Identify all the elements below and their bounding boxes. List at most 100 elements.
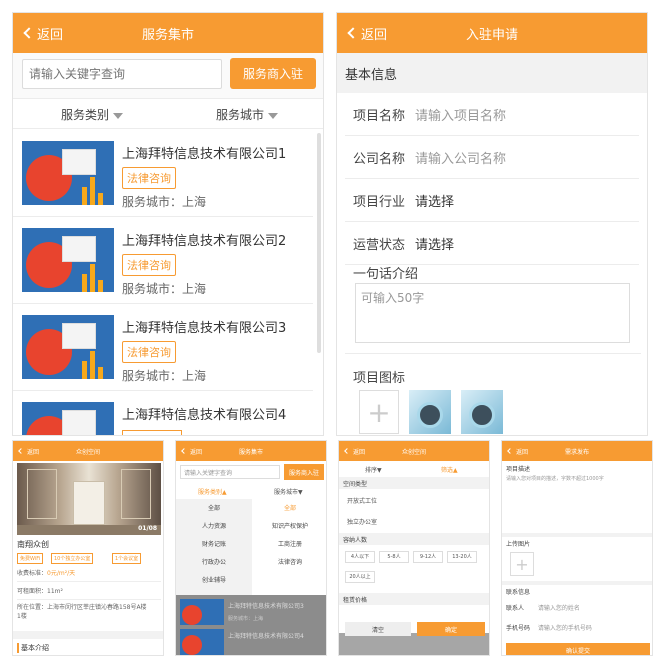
- price-slider-area[interactable]: [345, 609, 485, 621]
- intro-textarea[interactable]: 可输入50字: [355, 283, 630, 343]
- desc-label: 项目描述: [506, 466, 531, 473]
- list-item[interactable]: 上海拜特信息技术有限公司3 法律咨询 服务城市：上海: [13, 305, 313, 391]
- divider: [17, 599, 161, 600]
- demand-publish-screen: 返回 需求发布 项目描述 请输入您对项目的描述，字数不超过1000字 上传图片 …: [501, 440, 653, 656]
- search-input[interactable]: [22, 59, 222, 89]
- capacity-option[interactable]: 4人以下: [345, 551, 375, 563]
- subcategory-option[interactable]: 知识产权保护: [252, 521, 326, 530]
- caret-down-icon: [268, 112, 279, 119]
- item-city: 服务城市：上海: [122, 195, 207, 209]
- confirm-button[interactable]: 确定: [417, 622, 485, 636]
- status-select[interactable]: 请选择: [415, 234, 454, 253]
- demand-header: 返回 需求发布: [502, 441, 652, 461]
- subcategory-option[interactable]: 全部: [252, 503, 326, 512]
- item-tag: 法律咨询: [122, 341, 176, 363]
- item-tag: 法律咨询: [122, 254, 176, 276]
- submit-button[interactable]: 确认提交: [506, 643, 650, 655]
- filter-city[interactable]: 服务城市: [216, 106, 279, 123]
- photo-counter: 01/08: [138, 525, 157, 532]
- section-title: 基本介绍: [17, 643, 49, 653]
- contact-name-row: 联系人 请输入您的姓名: [506, 603, 650, 612]
- caret-down-icon: [113, 112, 124, 119]
- upload-image-button[interactable]: +: [510, 552, 534, 576]
- back-button[interactable]: 返回: [343, 13, 387, 53]
- enter-provider-button[interactable]: 服务商入驻: [230, 58, 316, 89]
- capacity-option[interactable]: 5-8人: [379, 551, 409, 563]
- scrollbar[interactable]: [317, 133, 321, 353]
- enter-provider-label: 服务商入驻: [288, 469, 319, 477]
- industry-row: 项目行业 请选择: [345, 179, 639, 222]
- image-label: 上传图片: [506, 541, 531, 548]
- upload-icon-button[interactable]: +: [359, 390, 399, 434]
- chevron-left-icon: [344, 448, 350, 454]
- capacity-option[interactable]: 13-20人: [447, 551, 477, 563]
- phone-input[interactable]: 请输入您的手机号码: [538, 625, 592, 632]
- tab-sort[interactable]: 排序▼: [365, 465, 382, 474]
- space-type-option[interactable]: 独立办公室: [347, 517, 377, 526]
- facility-tag: 免费WiFi: [17, 553, 44, 564]
- category-option[interactable]: 人力资源: [176, 521, 252, 530]
- category-option[interactable]: 财务记账: [176, 539, 252, 548]
- enter-provider-button[interactable]: 服务商入驻: [284, 464, 324, 480]
- category-option[interactable]: 行政办公: [176, 557, 252, 566]
- tab-city[interactable]: 服务城市▼: [274, 487, 303, 496]
- list-item[interactable]: 上海拜特信息技术有限公司2 法律咨询 服务城市：上海: [13, 218, 313, 304]
- back-label: 返回: [361, 27, 388, 43]
- confirm-label: 确定: [444, 626, 457, 634]
- area-row: 可租面积：11m²: [17, 588, 63, 595]
- list-item[interactable]: 上海拜特信息技术有限公司4: [13, 392, 313, 435]
- uploaded-icon-image[interactable]: [409, 390, 451, 434]
- back-button[interactable]: 返回: [342, 441, 365, 461]
- capacity-option[interactable]: 20人以上: [345, 571, 375, 583]
- company-name-label: 公司名称: [353, 151, 406, 167]
- item-tag: 法律咨询: [122, 167, 176, 189]
- filter-header: 返回 服务集市: [176, 441, 326, 461]
- phone-label: 手机号码: [506, 625, 531, 632]
- apply-header: 返回 入驻申请: [337, 13, 647, 53]
- list-item: 上海拜特信息技术有限公司3 服务城市：上海: [180, 599, 326, 625]
- status-row: 运营状态 请选择: [345, 222, 639, 265]
- project-name-row: 项目名称 请输入项目名称: [345, 93, 639, 136]
- group-header: 租赁价格: [339, 593, 489, 605]
- capacity-option[interactable]: 9-12人: [413, 551, 443, 563]
- tab-filter[interactable]: 筛选▲: [441, 465, 458, 474]
- project-name-input[interactable]: 请输入项目名称: [415, 105, 506, 124]
- company-name-input[interactable]: 请输入公司名称: [415, 148, 506, 167]
- page-title: 入驻申请: [465, 27, 518, 43]
- space-type-option[interactable]: 开放式工位: [347, 496, 377, 505]
- desc-textarea[interactable]: 请输入您对项目的描述，字数不超过1000字: [506, 475, 650, 531]
- reset-button[interactable]: 清空: [345, 622, 411, 636]
- item-tag-partial: [122, 430, 182, 435]
- page-title: 众创空间: [75, 448, 100, 456]
- back-button[interactable]: 返回: [179, 441, 202, 461]
- back-button[interactable]: 返回: [505, 441, 528, 461]
- item-title: 上海拜特信息技术有限公司3: [122, 321, 287, 336]
- price-label: 收费标准：: [17, 570, 48, 577]
- list-item[interactable]: 上海拜特信息技术有限公司1 法律咨询 服务城市：上海: [13, 131, 313, 217]
- contact-section-label: 联系信息: [506, 589, 531, 596]
- phone-row: 手机号码 请输入您的手机号码: [506, 623, 650, 632]
- item-title: 上海拜特信息技术有限公司4: [228, 633, 304, 640]
- uploaded-icon-image[interactable]: [461, 390, 503, 434]
- search-input[interactable]: 请输入关键字查询: [180, 465, 280, 479]
- category-option[interactable]: 全部: [176, 503, 252, 512]
- back-button[interactable]: 返回: [16, 441, 39, 461]
- subcategory-option[interactable]: 法律咨询: [252, 557, 326, 566]
- market-filter-screen: 返回 服务集市 请输入关键字查询 服务商入驻 服务类别▲ 服务城市▼ 全部 人力…: [175, 440, 327, 656]
- contact-name-input[interactable]: 请输入您的姓名: [538, 605, 580, 612]
- back-button[interactable]: 返回: [19, 13, 63, 53]
- service-thumbnail: [22, 228, 114, 292]
- group-header: 容纳人数: [339, 533, 489, 545]
- tab-category[interactable]: 服务类别▲: [198, 487, 227, 496]
- submit-label: 确认提交: [565, 647, 590, 655]
- industry-select[interactable]: 请选择: [415, 191, 454, 210]
- subcategory-option[interactable]: 工商注册: [252, 539, 326, 548]
- item-title: 上海拜特信息技术有限公司3: [228, 603, 304, 610]
- section-gap: [13, 631, 163, 639]
- section-title-label: 基本介绍: [21, 644, 49, 652]
- filter-category[interactable]: 服务类别: [61, 106, 124, 123]
- space-photo[interactable]: 01/08: [17, 463, 161, 535]
- category-option[interactable]: 创业辅导: [176, 575, 252, 584]
- service-thumbnail: [180, 599, 224, 625]
- chevron-left-icon: [507, 448, 513, 454]
